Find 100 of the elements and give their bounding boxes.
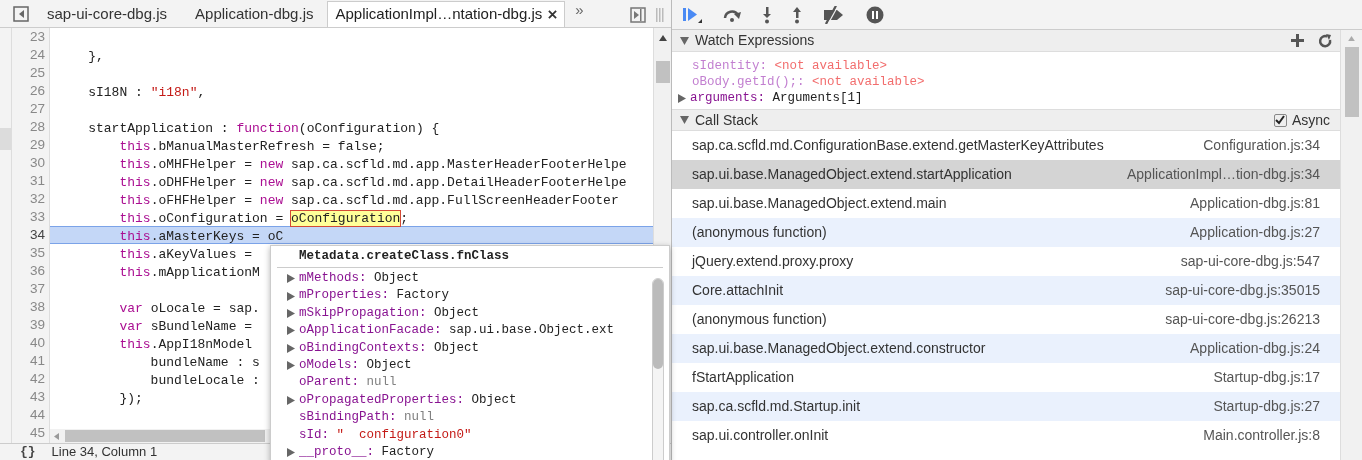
- line-number: 45: [29, 425, 45, 440]
- line-number: 40: [29, 335, 45, 350]
- pretty-print-icon[interactable]: {}: [20, 442, 36, 460]
- property-entry[interactable]: oBindingContexts: Object: [299, 339, 480, 357]
- code-line: sI18N : "i18n",: [87, 85, 206, 100]
- function-name: jQuery.extend.proxy.proxy: [692, 252, 854, 271]
- line-number: 29: [29, 137, 45, 152]
- toggle-debugger-icon[interactable]: [630, 7, 646, 23]
- line-number: 39: [29, 317, 45, 332]
- code-line: this.bManualMasterRefresh = false;: [118, 139, 385, 154]
- code-line: this.oFHFHelper = new sap.ca.scfld.md.app.FullScreenHeaderFooter: [118, 193, 619, 208]
- line-number: 24: [29, 47, 45, 62]
- code-line: var oLocale = sap.: [118, 301, 260, 316]
- property-entry[interactable]: mProperties: Factory: [299, 287, 450, 305]
- call-frame-row[interactable]: Core.attachInit sap-ui-core-dbg.js:35015: [672, 276, 1340, 305]
- line-number: 42: [29, 371, 45, 386]
- function-name: (anonymous function): [692, 310, 827, 329]
- line-number: 32: [29, 191, 45, 206]
- call-frame-row[interactable]: (anonymous function) Application-dbg.js:27: [672, 218, 1340, 247]
- section-title[interactable]: Call Stack: [695, 109, 759, 131]
- function-name: sap.ca.scfld.md.ConfigurationBase.extend.getMasterKeyAttributes: [692, 136, 1104, 155]
- refresh-icon[interactable]: [1318, 33, 1332, 48]
- line-number: 37: [29, 281, 45, 296]
- grip-icon[interactable]: [656, 8, 664, 22]
- line-number: 26: [29, 83, 45, 98]
- line-number: 43: [29, 389, 45, 404]
- source-location[interactable]: sap-ui-core-dbg.js:547: [1180, 251, 1320, 272]
- tab-overflow-button[interactable]: »: [575, 0, 584, 21]
- scrollbar-thumb[interactable]: [1344, 47, 1359, 117]
- section-title[interactable]: Watch Expressions: [695, 30, 815, 51]
- popover-scrollbar-thumb[interactable]: [652, 278, 664, 460]
- line-number: 27: [29, 101, 45, 116]
- source-location[interactable]: Application-dbg.js:81: [1190, 193, 1320, 214]
- scrollbar-thumb[interactable]: [65, 430, 265, 442]
- source-location[interactable]: Startup-dbg.js:27: [1213, 396, 1320, 417]
- code-line: bundleName : s: [149, 355, 260, 370]
- async-checkbox[interactable]: [1273, 113, 1287, 127]
- line-number: 23: [29, 29, 45, 44]
- step-into-icon[interactable]: [762, 5, 772, 24]
- watch-entry: sIdentity: <not available>: [692, 58, 888, 74]
- close-icon[interactable]: [548, 10, 558, 19]
- property-entry[interactable]: mSkipPropagation: Object: [299, 304, 480, 323]
- function-name: fStartApplication: [692, 368, 794, 387]
- expand-triangle-icon[interactable]: [678, 93, 686, 103]
- property-entry[interactable]: oModels: Object: [299, 356, 412, 375]
- code-line: this.oDHFHelper = new sap.ca.scfld.md.app.DetailHeaderFooterHelpe: [118, 175, 627, 190]
- expand-triangle-icon[interactable]: [287, 448, 295, 458]
- code-line: startApplication : function(oConfiguration) {: [87, 121, 440, 136]
- line-number: 41: [29, 353, 45, 368]
- source-location[interactable]: sap-ui-core-dbg.js:35015: [1165, 280, 1320, 301]
- function-name: sap.ca.scfld.md.Startup.init: [692, 397, 861, 416]
- line-number: 36: [29, 263, 45, 278]
- call-frame-row[interactable]: sap.ca.scfld.md.Startup.init Startup-dbg.js:27: [672, 392, 1340, 421]
- function-name: (anonymous function): [692, 223, 827, 242]
- source-location[interactable]: ApplicationImpl…tion-dbg.js:34: [1127, 164, 1320, 185]
- property-entry[interactable]: oPropagatedProperties: Object: [299, 391, 517, 410]
- call-frame-row[interactable]: sap.ui.base.ManagedObject.extend.startApplication ApplicationImpl…tion-dbg.js:34: [672, 160, 1340, 189]
- source-location[interactable]: Configuration.js:34: [1203, 135, 1320, 156]
- source-location[interactable]: sap-ui-core-dbg.js:26213: [1165, 309, 1320, 330]
- line-number: 44: [29, 407, 45, 422]
- popover-title: Metadata.createClass.fnClass: [299, 249, 510, 263]
- editor-tab[interactable]: ApplicationImpl…ntation-dbg.js: [327, 1, 566, 27]
- property-entry: oParent: null: [299, 374, 397, 392]
- function-name: Core.attachInit: [692, 281, 784, 300]
- add-icon[interactable]: [1291, 34, 1304, 47]
- collapse-triangle-icon[interactable]: [680, 116, 689, 124]
- scrollbar-thumb[interactable]: [655, 61, 670, 83]
- collapse-triangle-icon[interactable]: [680, 36, 689, 45]
- watch-entry: oBody.getId();: <not available>: [692, 74, 925, 90]
- property-entry: sBindingPath: null: [299, 409, 435, 427]
- watch-entry[interactable]: arguments: Arguments[1]: [690, 90, 863, 106]
- call-frame-row[interactable]: sap.ui.base.ManagedObject.extend.constructor Application-dbg.js:24: [672, 334, 1340, 363]
- source-location[interactable]: Application-dbg.js:24: [1190, 338, 1320, 359]
- line-number: 31: [29, 173, 45, 188]
- scroll-up-icon[interactable]: [658, 35, 667, 41]
- editor-tab[interactable]: Application-dbg.js: [181, 1, 328, 27]
- property-entry[interactable]: mMethods: Object: [299, 270, 420, 288]
- editor-tab[interactable]: sap-ui-core-dbg.js: [33, 1, 182, 27]
- pause-icon[interactable]: [866, 5, 884, 24]
- line-number: 28: [29, 119, 45, 134]
- source-location[interactable]: Application-dbg.js:27: [1190, 222, 1320, 243]
- code-line: this.oMHFHelper = new sap.ca.scfld.md.app.MasterHeaderFooterHelpe: [118, 157, 627, 172]
- property-entry: sId: " configuration0": [299, 426, 472, 444]
- status-text: Line 34, Column 1: [51, 443, 158, 460]
- resume-icon[interactable]: [682, 5, 702, 24]
- code-line: this.AppI18nModel: [118, 337, 254, 352]
- source-location[interactable]: Startup-dbg.js:17: [1213, 367, 1320, 388]
- code-line: this.oConfiguration = oConfiguration;: [118, 211, 409, 226]
- code-line: bundleLocale :: [149, 373, 261, 388]
- property-entry[interactable]: oApplicationFacade: sap.ui.base.Object.ext: [299, 322, 615, 340]
- code-line: },: [87, 49, 104, 64]
- code-line: var sBundleName =: [118, 319, 254, 334]
- function-name: sap.ui.base.ManagedObject.extend.constructor: [692, 339, 986, 358]
- property-entry[interactable]: __proto__: Factory: [299, 443, 435, 460]
- step-out-icon[interactable]: [792, 5, 802, 24]
- function-name: sap.ui.base.ManagedObject.extend.startApplication: [692, 165, 1012, 184]
- source-location[interactable]: Main.controller.js:8: [1203, 425, 1320, 446]
- expand-triangle-icon[interactable]: [287, 395, 295, 405]
- navigator-toggle-icon[interactable]: [13, 6, 29, 22]
- code-line: this.aKeyValues =: [118, 247, 254, 262]
